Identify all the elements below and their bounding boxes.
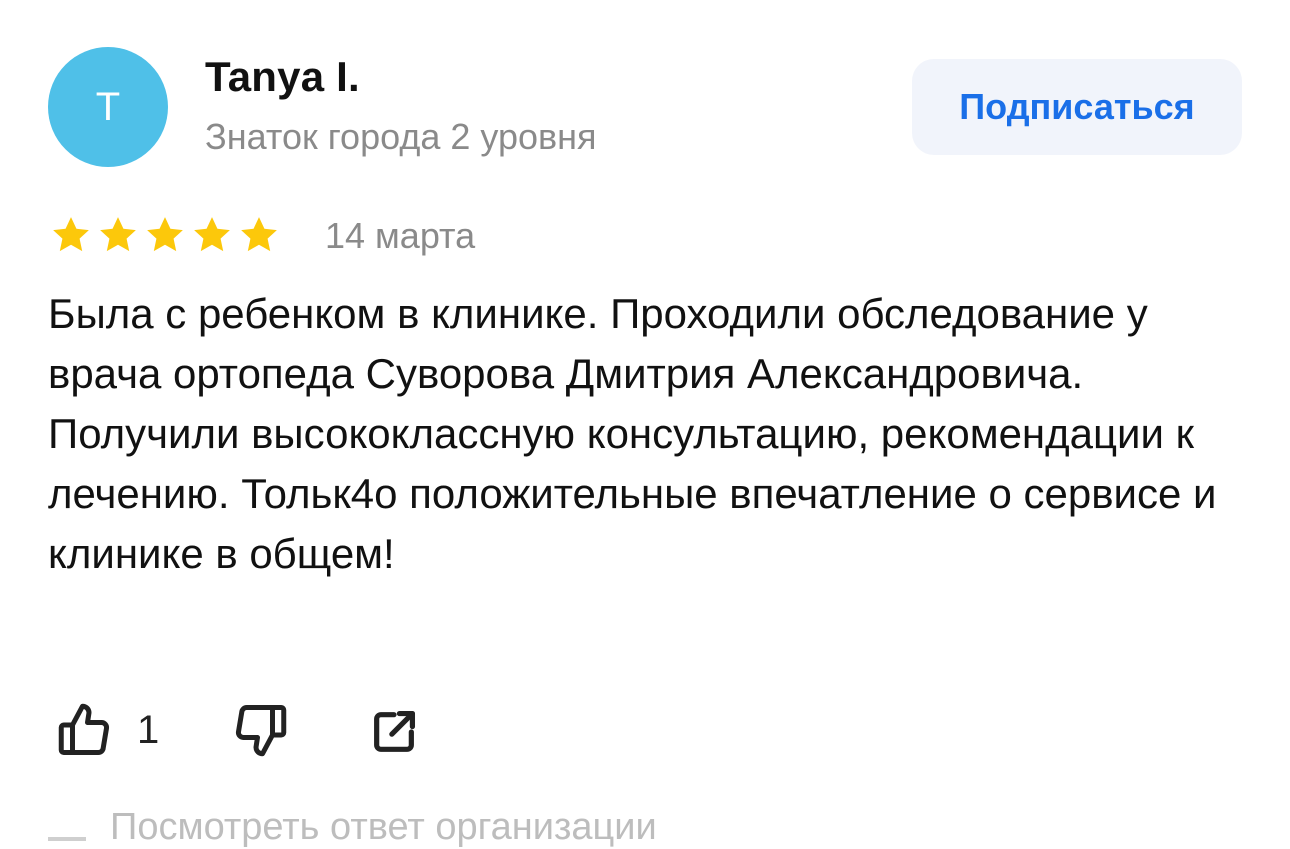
- share-icon: [374, 710, 416, 752]
- avatar-initial: T: [95, 84, 121, 129]
- org-reply-label: Посмотреть ответ организации: [110, 806, 657, 848]
- thumbs-down-icon: [235, 704, 287, 757]
- dash-icon: [48, 836, 86, 841]
- star-icon: [241, 217, 277, 252]
- review-text: Была с ребенком в клинике. Проходили обс…: [48, 290, 1217, 577]
- share-button[interactable]: [368, 706, 420, 758]
- subscribe-button[interactable]: Подписаться: [912, 59, 1242, 155]
- view-org-reply-link[interactable]: Посмотреть ответ организации: [48, 806, 657, 849]
- review-date: 14 марта: [325, 215, 476, 256]
- author-level: Знаток города 2 уровня: [205, 116, 597, 157]
- star-icon: [100, 217, 136, 252]
- rating-stars: [50, 214, 280, 256]
- star-icon: [147, 217, 183, 252]
- like-count: 1: [137, 707, 160, 752]
- author-name[interactable]: Tanya I.: [205, 53, 360, 101]
- star-icon: [53, 217, 89, 252]
- like-button[interactable]: 1: [55, 700, 159, 760]
- thumbs-up-icon: [58, 703, 110, 756]
- star-icon: [194, 217, 230, 252]
- avatar[interactable]: T: [48, 47, 168, 167]
- dislike-button[interactable]: [230, 700, 290, 760]
